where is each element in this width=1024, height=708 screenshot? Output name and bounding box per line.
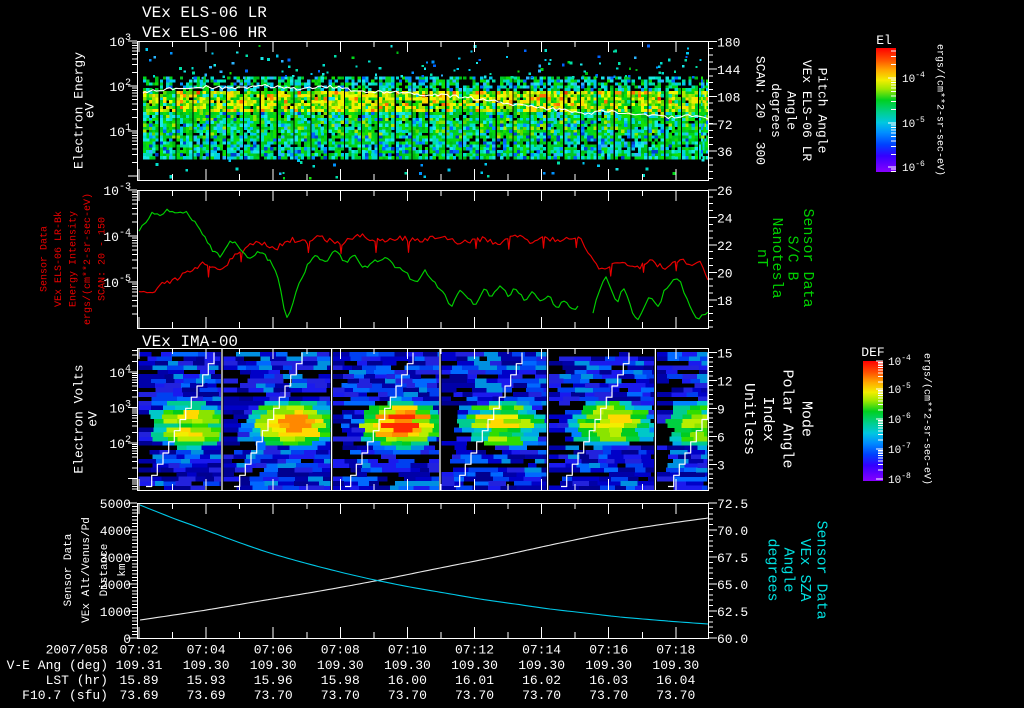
svg-text:108: 108 xyxy=(717,90,740,105)
svg-text:eV: eV xyxy=(86,411,101,427)
svg-text:16.00: 16.00 xyxy=(388,673,427,688)
svg-text:109.31: 109.31 xyxy=(116,658,163,673)
svg-text:VEx Alt/Venus/Pd: VEx Alt/Venus/Pd xyxy=(81,517,93,623)
svg-text:Index: Index xyxy=(759,396,776,441)
svg-text:degrees: degrees xyxy=(763,538,780,601)
svg-text:20: 20 xyxy=(717,266,733,281)
svg-text:Distance: Distance xyxy=(99,544,111,597)
svg-text:109.30: 109.30 xyxy=(183,658,230,673)
svg-text:07:16: 07:16 xyxy=(589,643,628,658)
svg-text:73.70: 73.70 xyxy=(388,688,427,703)
svg-text:67.5: 67.5 xyxy=(717,551,748,566)
svg-text:65.0: 65.0 xyxy=(717,578,748,593)
svg-text:Energy Intensity: Energy Intensity xyxy=(68,211,80,307)
svg-text:4000: 4000 xyxy=(100,524,131,539)
svg-text:109.30: 109.30 xyxy=(451,658,498,673)
svg-text:109.30: 109.30 xyxy=(384,658,431,673)
svg-text:15.89: 15.89 xyxy=(119,673,158,688)
svg-text:60.0: 60.0 xyxy=(717,632,748,647)
svg-text:24: 24 xyxy=(717,211,733,226)
svg-text:Sensor Data: Sensor Data xyxy=(812,520,829,619)
svg-text:2007/058: 2007/058 xyxy=(46,643,108,658)
svg-text:El: El xyxy=(876,33,892,48)
svg-text:16.01: 16.01 xyxy=(455,673,494,688)
svg-text:73.70: 73.70 xyxy=(455,688,494,703)
svg-text:07:08: 07:08 xyxy=(321,643,360,658)
svg-text:26: 26 xyxy=(717,184,733,199)
svg-text:16.03: 16.03 xyxy=(589,673,628,688)
svg-text:DEF: DEF xyxy=(861,345,884,360)
svg-text:73.69: 73.69 xyxy=(119,688,158,703)
svg-text:VEx ELS-06 LR-Bk: VEx ELS-06 LR-Bk xyxy=(53,211,65,307)
svg-text:36: 36 xyxy=(717,145,733,160)
svg-text:07:04: 07:04 xyxy=(187,643,226,658)
svg-text:72.5: 72.5 xyxy=(717,497,748,512)
svg-text:72: 72 xyxy=(717,118,733,133)
svg-text:5000: 5000 xyxy=(100,497,131,512)
svg-text:73.70: 73.70 xyxy=(321,688,360,703)
svg-text:Electron Volts: Electron Volts xyxy=(71,364,86,473)
svg-text:SCAN: 20 - 300: SCAN: 20 - 300 xyxy=(753,56,768,165)
svg-text:nT: nT xyxy=(753,249,770,267)
svg-text:Sensor Data: Sensor Data xyxy=(63,533,75,606)
svg-text:15: 15 xyxy=(717,347,733,362)
svg-text:V-E Ang (deg): V-E Ang (deg) xyxy=(7,658,108,673)
svg-text:15.98: 15.98 xyxy=(321,673,360,688)
svg-text:15.93: 15.93 xyxy=(187,673,226,688)
svg-text:Mode: Mode xyxy=(798,401,815,437)
svg-text:144: 144 xyxy=(717,63,741,78)
svg-text:16.04: 16.04 xyxy=(656,673,695,688)
svg-text:109.30: 109.30 xyxy=(317,658,364,673)
svg-text:ergs/(cm**2-sr-sec-eV): ergs/(cm**2-sr-sec-eV) xyxy=(82,193,94,325)
svg-text:109.30: 109.30 xyxy=(585,658,632,673)
svg-text:ergs/(cm**2-sr-sec-eV): ergs/(cm**2-sr-sec-eV) xyxy=(934,44,946,176)
svg-text:62.5: 62.5 xyxy=(717,605,748,620)
svg-text:73.70: 73.70 xyxy=(589,688,628,703)
svg-text:VEx ELS-06 LR: VEx ELS-06 LR xyxy=(799,60,814,162)
svg-text:73.69: 73.69 xyxy=(187,688,226,703)
svg-text:VEx SZA: VEx SZA xyxy=(796,538,813,601)
svg-text:22: 22 xyxy=(717,239,733,254)
svg-text:Polar Angle: Polar Angle xyxy=(778,369,795,468)
svg-text:ergs/(cm**2-sr-sec-eV): ergs/(cm**2-sr-sec-eV) xyxy=(921,353,933,485)
svg-text:73.70: 73.70 xyxy=(522,688,561,703)
svg-text:Pitch Angle: Pitch Angle xyxy=(815,68,830,154)
svg-text:km: km xyxy=(117,563,129,577)
svg-text:07:06: 07:06 xyxy=(254,643,293,658)
svg-text:6: 6 xyxy=(717,431,725,446)
svg-text:07:14: 07:14 xyxy=(522,643,561,658)
svg-text:SCAN: 20 - 150: SCAN: 20 - 150 xyxy=(97,217,108,301)
svg-text:VEx ELS-06 HR: VEx ELS-06 HR xyxy=(142,24,267,42)
svg-text:70.0: 70.0 xyxy=(717,524,748,539)
svg-text:degrees: degrees xyxy=(768,83,783,138)
svg-text:3: 3 xyxy=(717,459,725,474)
svg-text:109.30: 109.30 xyxy=(652,658,699,673)
svg-text:180: 180 xyxy=(717,36,740,51)
svg-text:F10.7 (sfu): F10.7 (sfu) xyxy=(22,688,108,703)
svg-text:VEx IMA-00: VEx IMA-00 xyxy=(142,333,238,351)
svg-text:73.70: 73.70 xyxy=(656,688,695,703)
svg-text:12: 12 xyxy=(717,375,733,390)
svg-text:Angle: Angle xyxy=(780,547,797,592)
svg-text:eV: eV xyxy=(83,103,98,119)
svg-text:Angle: Angle xyxy=(784,91,799,130)
svg-text:07:18: 07:18 xyxy=(656,643,695,658)
svg-text:LST (hr): LST (hr) xyxy=(46,673,108,688)
svg-text:Sensor Data: Sensor Data xyxy=(40,226,51,292)
svg-text:109.30: 109.30 xyxy=(518,658,565,673)
svg-text:1000: 1000 xyxy=(100,605,131,620)
svg-text:07:10: 07:10 xyxy=(388,643,427,658)
svg-text:07:12: 07:12 xyxy=(455,643,494,658)
svg-text:73.70: 73.70 xyxy=(254,688,293,703)
svg-text:9: 9 xyxy=(717,403,725,418)
svg-text:16.02: 16.02 xyxy=(522,673,561,688)
svg-text:VEx ELS-06 LR: VEx ELS-06 LR xyxy=(142,4,267,22)
svg-text:07:02: 07:02 xyxy=(119,643,158,658)
svg-text:18: 18 xyxy=(717,294,733,309)
svg-text:Unitless: Unitless xyxy=(740,383,757,455)
svg-text:15.96: 15.96 xyxy=(254,673,293,688)
svg-text:109.30: 109.30 xyxy=(250,658,297,673)
